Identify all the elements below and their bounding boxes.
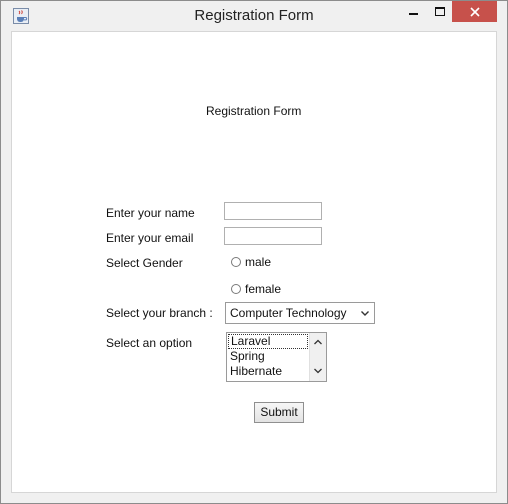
list-item[interactable]: Hibernate [228, 364, 308, 379]
scroll-down-icon[interactable] [313, 366, 323, 376]
listbox-scrollbar[interactable] [309, 333, 326, 381]
gender-label: Select Gender [106, 256, 183, 270]
scroll-up-icon[interactable] [313, 337, 323, 347]
submit-button[interactable]: Submit [254, 402, 304, 423]
name-input[interactable] [224, 202, 322, 220]
minimize-button[interactable] [400, 1, 426, 22]
minimize-icon [408, 12, 418, 15]
gender-option-label: male [245, 255, 272, 269]
gender-radio-male[interactable]: male [231, 255, 271, 269]
radio-circle-icon[interactable] [231, 257, 241, 267]
email-label: Enter your email [106, 231, 194, 245]
maximize-icon [435, 7, 445, 16]
branch-select[interactable]: Computer Technology [225, 302, 375, 324]
email-input[interactable] [224, 227, 322, 245]
title-bar[interactable]: Registration Form [1, 1, 507, 31]
listbox-items: Laravel Spring Hibernate [228, 334, 308, 379]
close-icon [469, 6, 480, 17]
branch-label: Select your branch : [106, 306, 213, 320]
chevron-down-icon[interactable] [359, 307, 371, 319]
form-heading: Registration Form [206, 104, 302, 118]
application-window: Registration Form Registration Form Ente… [0, 0, 508, 504]
form-panel: Registration Form Enter your name Enter … [11, 31, 497, 493]
close-button[interactable] [452, 1, 497, 22]
gender-option-label: female [245, 282, 282, 296]
branch-selected-value: Computer Technology [230, 306, 347, 320]
radio-circle-icon[interactable] [231, 284, 241, 294]
list-item[interactable]: Spring [228, 349, 308, 364]
name-label: Enter your name [106, 206, 195, 220]
gender-radio-female[interactable]: female [231, 282, 281, 296]
maximize-button[interactable] [427, 1, 453, 22]
list-item[interactable]: Laravel [228, 334, 308, 349]
option-listbox[interactable]: Laravel Spring Hibernate [226, 332, 327, 382]
option-label: Select an option [106, 336, 193, 350]
